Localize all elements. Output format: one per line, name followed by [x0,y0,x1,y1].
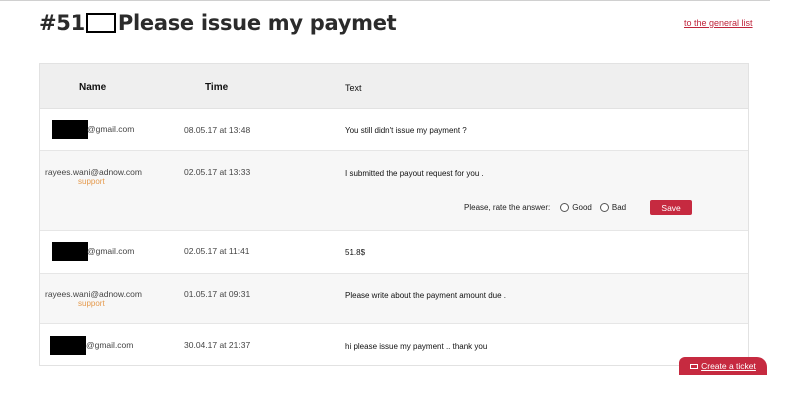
table-row: @gmail.com 08.05.17 at 13:48 You still d… [40,109,748,151]
radio-circle-icon[interactable] [599,203,609,212]
row-time: 01.05.17 at 09:31 [184,289,251,299]
radio-circle-icon[interactable] [560,203,570,212]
row-text: Please write about the payment amount du… [345,291,506,300]
table-row: rayees.wani@adnow.com support 01.05.17 a… [40,274,748,324]
table-row: @gmail.com 30.04.17 at 21:37 hi please i… [40,324,748,366]
row-time: 02.05.17 at 13:33 [184,167,251,177]
top-divider [0,0,770,1]
row-time: 30.04.17 at 21:37 [184,340,251,350]
ticket-number: #51 [39,11,85,35]
row-text: 51.8$ [345,248,366,257]
redacted-name [52,242,88,261]
row-email: @gmail.com [87,246,135,256]
table-header: Name Time Text [40,64,748,109]
row-email: rayees.wani@adnow.com [45,289,142,299]
redacted-box [85,13,116,33]
support-label: support [78,299,105,308]
rating-good-radio[interactable]: Good [560,203,592,212]
ticket-subject: Please issue my paymet [117,11,397,35]
page-title: #51 Please issue my paymet [39,11,397,35]
row-email: rayees.wani@adnow.com [45,167,142,177]
messages-table: Name Time Text @gmail.com 08.05.17 at 13… [39,63,749,366]
table-row: rayees.wani@adnow.com support 02.05.17 a… [40,151,748,231]
row-email: @gmail.com [87,124,135,134]
rating-bad-label: Bad [611,203,627,212]
row-time: 08.05.17 at 13:48 [184,125,251,135]
row-text: I submitted the payout request for you . [345,169,484,178]
save-button[interactable]: Save [650,200,693,215]
rating-prompt: Please, rate the answer: [464,203,551,212]
row-email: @gmail.com [86,340,134,350]
column-header-name: Name [79,82,107,93]
column-header-time: Time [205,82,229,93]
create-ticket-label[interactable]: Create a ticket [701,361,756,371]
rating-form: Please, rate the answer: Good Bad Save [464,200,693,215]
table-row: @gmail.com 02.05.17 at 11:41 51.8$ [40,231,748,274]
row-text: You still didn't issue my payment ? [345,126,467,135]
general-list-link[interactable]: to the general list [684,18,753,28]
redacted-name [50,336,86,355]
rating-good-label: Good [572,203,592,212]
row-time: 02.05.17 at 11:41 [184,246,250,256]
redacted-name [52,120,88,139]
rating-bad-radio[interactable]: Bad [599,203,627,212]
envelope-icon [690,363,699,369]
support-label: support [78,177,105,186]
row-text: hi please issue my payment .. thank you [345,342,488,351]
column-header-text: Text [345,83,362,93]
create-ticket-button[interactable]: Create a ticket [679,357,767,375]
